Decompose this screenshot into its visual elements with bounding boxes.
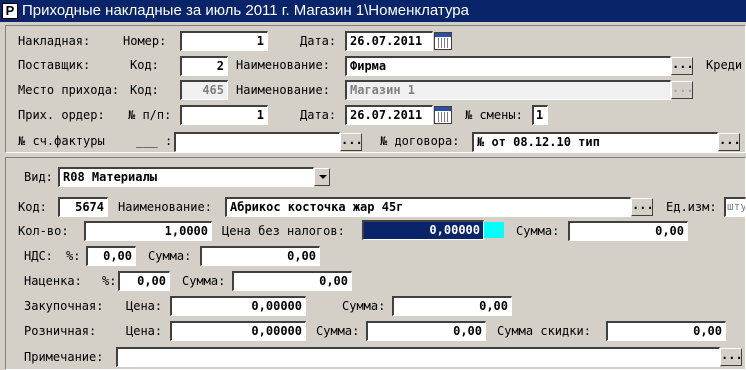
chevron-down-icon (319, 175, 327, 179)
retail-price-field[interactable]: 0,00000 (170, 321, 306, 341)
shift-field[interactable]: 1 (532, 105, 548, 125)
price-net-cursor (484, 222, 504, 238)
shift-label: № смены: (465, 108, 523, 122)
purchase-price-label: Цена: (126, 299, 163, 313)
vat-sum-label: Сумма: (148, 249, 192, 263)
purchase-sum-field[interactable]: 0,00 (392, 296, 512, 316)
contract-lookup-button[interactable]: ... (718, 133, 741, 151)
discount-sum-field[interactable]: 0,00 (606, 321, 726, 341)
location-code-label: Код: (130, 83, 159, 97)
invoice-date-field[interactable]: 26.07.2011 (345, 31, 433, 51)
supplier-name-field[interactable]: Фирма (345, 56, 671, 76)
date-label: Дата: (300, 34, 337, 48)
markup-percent-field[interactable]: 0,00 (118, 271, 170, 291)
invoice-label: Накладная: (18, 34, 91, 48)
order-date-label: Дата: (300, 108, 337, 122)
unit-field[interactable]: шту (724, 197, 746, 217)
vat-label: НДС: (24, 249, 53, 263)
contract-label: № договора: (380, 134, 460, 148)
vat-percent-label: %: (66, 249, 81, 263)
supplier-name-label: Наименование: (236, 58, 330, 72)
sum-label: Сумма: (516, 224, 560, 238)
unit-label: Ед.изм: (666, 200, 717, 214)
note-label: Примечание: (24, 350, 104, 364)
order-date-field[interactable]: 26.07.2011 (345, 105, 433, 125)
location-code-field: 465 (180, 80, 228, 100)
contract-field[interactable]: № от 08.12.10 тип (472, 132, 718, 152)
supplier-lookup-button[interactable]: ... (671, 57, 694, 75)
order-number-field[interactable]: 1 (180, 105, 268, 125)
note-lookup-button[interactable]: ... (720, 348, 743, 366)
quantity-field[interactable]: 1,0000 (84, 221, 212, 241)
calendar-icon[interactable] (434, 106, 452, 124)
type-label: Вид: (24, 170, 53, 184)
retail-label: Розничная: (24, 324, 97, 338)
number-label: Номер: (123, 34, 167, 48)
title-bar: P Приходные накладные за июль 2011 г. Ма… (0, 0, 746, 22)
purchase-sum-label: Сумма: (342, 299, 386, 313)
location-name-field: Магазин 1 (345, 80, 671, 100)
price-net-label: Цена без налогов: (222, 224, 345, 238)
purchase-label: Закупочная: (24, 299, 104, 313)
discount-sum-label: Сумма скидки: (497, 324, 591, 338)
invoice-number-field[interactable]: 1 (180, 31, 268, 51)
type-dropdown-button[interactable] (314, 168, 330, 186)
item-code-label: Код: (18, 200, 47, 214)
supplier-code-field[interactable]: 2 (180, 56, 228, 76)
credit-label: Креди (706, 58, 743, 72)
note-field[interactable] (116, 347, 720, 367)
location-name-label: Наименование: (236, 83, 330, 97)
order-number-label: № п/п: (128, 108, 172, 122)
retail-sum-label: Сумма: (316, 324, 360, 338)
markup-sum-field[interactable]: 0,00 (232, 271, 352, 291)
invoice-ref-label: № сч.фактуры (18, 134, 105, 148)
markup-label: Наценка: (24, 274, 82, 288)
markup-percent-label: %: (102, 274, 117, 288)
vat-percent-field[interactable]: 0,00 (86, 246, 136, 266)
type-select[interactable]: R08 Материалы (58, 167, 314, 187)
item-name-label: Наименование: (118, 200, 212, 214)
supplier-code-label: Код: (130, 58, 159, 72)
app-icon[interactable]: P (2, 3, 18, 19)
item-name-field[interactable]: Абрикос косточка жар 45г (225, 197, 631, 217)
invoice-ref-lookup-button[interactable]: ... (340, 133, 363, 151)
window-title: Приходные накладные за июль 2011 г. Мага… (22, 2, 469, 19)
price-net-field[interactable]: 0,00000 (362, 220, 484, 240)
retail-sum-field[interactable]: 0,00 (366, 321, 486, 341)
item-code-field[interactable]: 5674 (58, 197, 108, 217)
receipt-order-label: Прих. ордер: (18, 108, 105, 122)
supplier-label: Поставщик: (18, 58, 91, 72)
location-label: Место прихода: (18, 83, 120, 97)
retail-price-label: Цена: (126, 324, 163, 338)
quantity-label: Кол-во: (18, 224, 69, 238)
invoice-ref-field[interactable] (174, 132, 340, 152)
invoice-ref-colon: : (165, 134, 173, 148)
calendar-icon[interactable] (434, 32, 452, 50)
item-lookup-button[interactable]: ... (631, 198, 654, 216)
purchase-price-field[interactable]: 0,00000 (170, 296, 306, 316)
sum-field[interactable]: 0,00 (568, 221, 688, 241)
vat-sum-field[interactable]: 0,00 (200, 246, 320, 266)
markup-sum-label: Сумма: (182, 274, 226, 288)
location-lookup-button: ... (671, 81, 694, 99)
invoice-ref-blank: ___ (136, 134, 158, 148)
